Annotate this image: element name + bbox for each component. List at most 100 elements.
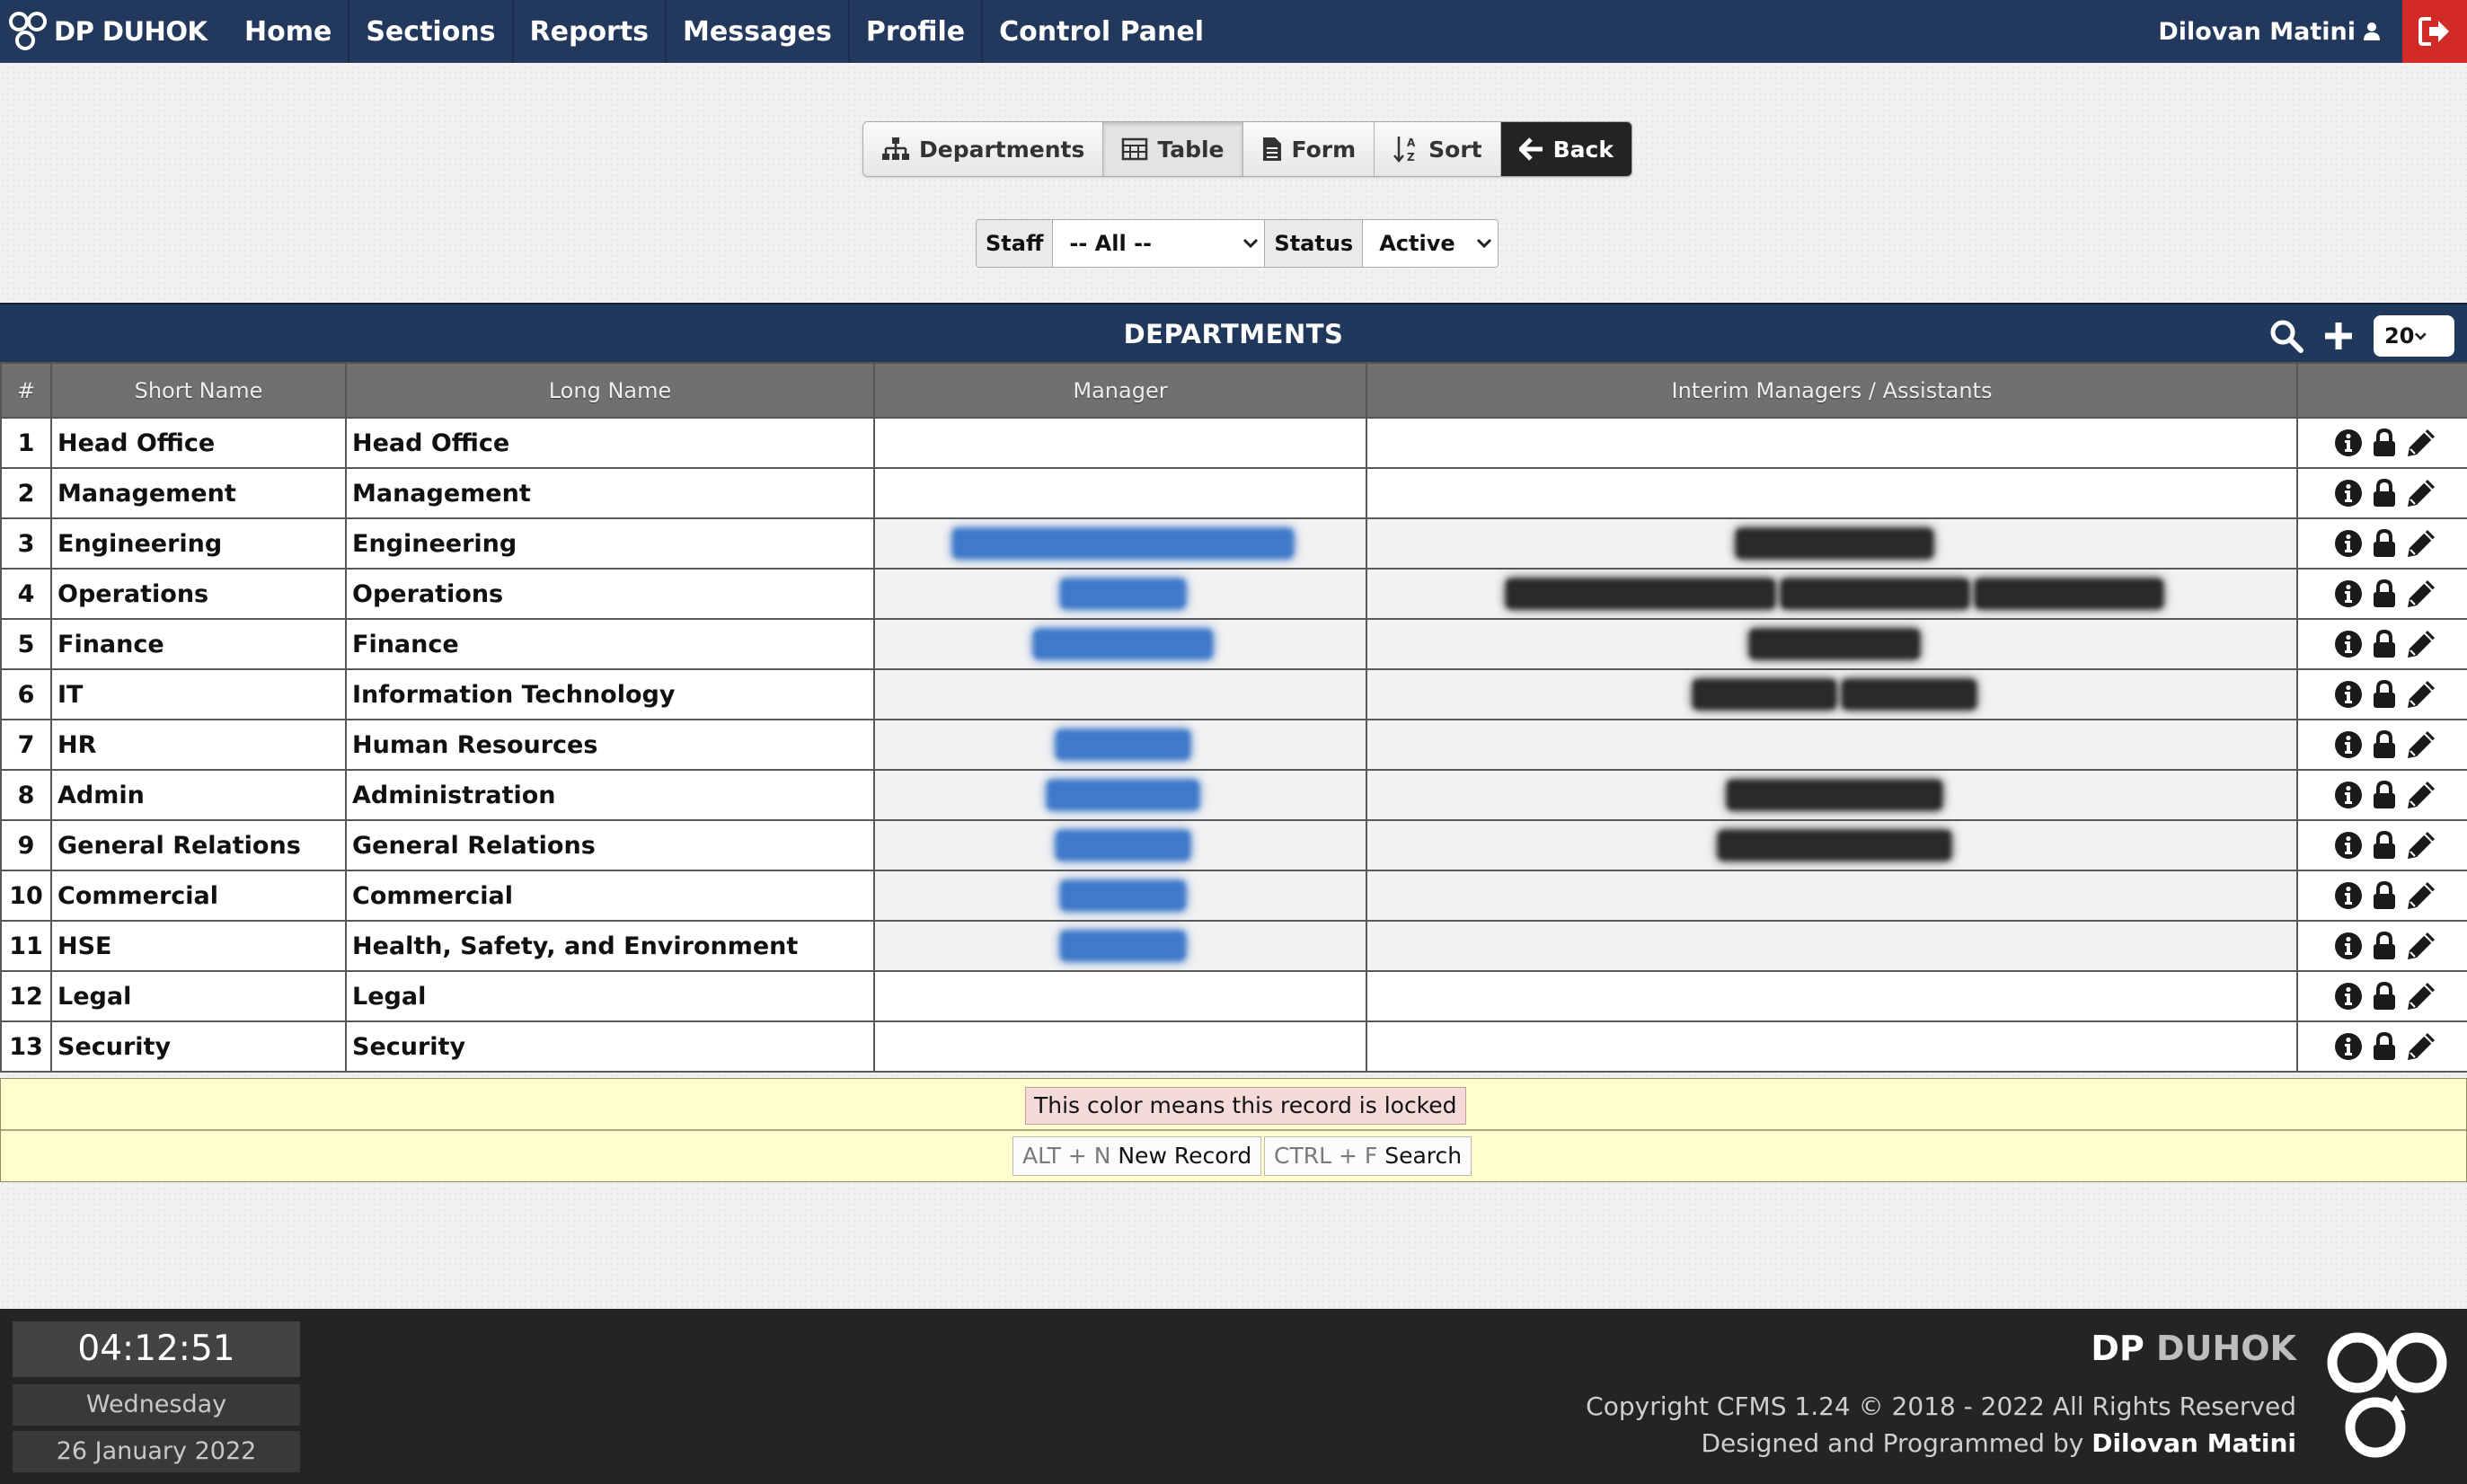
info-icon[interactable] [2334,1032,2363,1061]
column-header-long-name[interactable]: Long Name [345,362,875,419]
edit-pencil-icon[interactable] [2406,579,2436,609]
lock-icon[interactable] [2372,529,2397,558]
column-header-interim-managers[interactable]: Interim Managers / Assistants [1366,362,2298,419]
nav-profile[interactable]: Profile [850,0,984,63]
info-icon[interactable] [2334,630,2363,658]
edit-pencil-icon[interactable] [2406,1031,2436,1062]
info-icon[interactable] [2334,529,2363,558]
nav-home[interactable]: Home [228,0,350,63]
info-icon[interactable] [2334,831,2363,860]
table-view-button[interactable]: Table [1103,122,1243,176]
table-row[interactable]: 9 General Relations General Relations [0,819,2467,871]
nav-control-panel[interactable]: Control Panel [983,0,1220,63]
brand[interactable]: DP DUHOK [7,0,208,63]
info-icon[interactable] [2334,932,2363,960]
short-name-cell: Finance [50,618,347,670]
info-icon[interactable] [2334,428,2363,457]
locked-color-note: This color means this record is locked [1025,1087,1466,1125]
redacted-names [880,629,1365,659]
footer-brand: DP DUHOK [2091,1329,2296,1368]
table-row[interactable]: 3 Engineering Engineering [0,517,2467,570]
logout-button[interactable] [2402,0,2467,63]
redacted-name-chip [1047,780,1199,810]
lock-icon[interactable] [2372,730,2397,759]
table-row[interactable]: 1 Head Office Head Office [0,417,2467,469]
new-record-key: ALT + N [1022,1143,1111,1169]
search-shortcut[interactable]: CTRL + F Search [1264,1136,1472,1176]
edit-pencil-icon[interactable] [2406,528,2436,559]
lock-icon[interactable] [2372,781,2397,809]
clock-time: 04:12:51 [13,1321,300,1377]
table-row[interactable]: 7 HR Human Resources [0,719,2467,771]
long-name-cell: Human Resources [345,719,875,771]
table-row[interactable]: 10 Commercial Commercial [0,870,2467,922]
lock-icon[interactable] [2372,680,2397,709]
info-icon[interactable] [2334,781,2363,809]
chevron-down-icon [1243,238,1259,249]
user-menu[interactable]: Dilovan Matini [2158,0,2381,63]
edit-pencil-icon[interactable] [2406,428,2436,458]
column-header-number[interactable]: # [0,362,52,419]
edit-pencil-icon[interactable] [2406,981,2436,1011]
lock-icon[interactable] [2372,932,2397,960]
brand-name: DP DUHOK [54,16,208,47]
status-select[interactable]: Active [1363,220,1499,267]
table-row[interactable]: 12 Legal Legal [0,970,2467,1022]
table-body: 1 Head Office Head Office 2 Management M… [0,417,2467,1073]
edit-pencil-icon[interactable] [2406,931,2436,961]
redacted-name-chip [1975,579,2163,609]
redacted-names [880,579,1365,609]
short-name-cell: Engineering [50,517,347,570]
table-row[interactable]: 13 Security Security [0,1020,2467,1073]
table-row[interactable]: 4 Operations Operations [0,568,2467,620]
main-nav: Home Sections Reports Messages Profile C… [228,0,1220,63]
chevron-down-icon [1477,238,1492,249]
search-icon[interactable] [2269,319,2303,353]
edit-pencil-icon[interactable] [2406,729,2436,760]
redacted-names [880,528,1365,559]
redacted-name-chip [1693,679,1836,710]
new-record-shortcut[interactable]: ALT + N New Record [1012,1136,1262,1176]
column-header-manager[interactable]: Manager [873,362,1367,419]
add-icon[interactable] [2323,321,2354,351]
edit-pencil-icon[interactable] [2406,629,2436,659]
table-row[interactable]: 11 HSE Health, Safety, and Environment [0,920,2467,972]
table-row[interactable]: 2 Management Management [0,467,2467,519]
edit-pencil-icon[interactable] [2406,478,2436,508]
lock-icon[interactable] [2372,1032,2397,1061]
edit-pencil-icon[interactable] [2406,880,2436,911]
lock-icon[interactable] [2372,579,2397,608]
form-view-button[interactable]: Form [1242,122,1375,176]
departments-button[interactable]: Departments [863,122,1104,176]
table-row[interactable]: 6 IT Information Technology [0,668,2467,720]
lock-icon[interactable] [2372,982,2397,1011]
interim-managers-cell [1366,668,2298,720]
info-icon[interactable] [2334,579,2363,608]
edit-pencil-icon[interactable] [2406,679,2436,710]
table-row[interactable]: 5 Finance Finance [0,618,2467,670]
sort-button[interactable]: A Z Sort [1375,122,1501,176]
lock-icon[interactable] [2372,479,2397,508]
staff-filter-label: Staff [977,220,1054,267]
edit-pencil-icon[interactable] [2406,780,2436,810]
staff-select[interactable]: -- All -- [1053,220,1266,267]
info-icon[interactable] [2334,479,2363,508]
table-row[interactable]: 8 Admin Administration [0,769,2467,821]
info-icon[interactable] [2334,730,2363,759]
edit-pencil-icon[interactable] [2406,830,2436,861]
row-number: 4 [0,568,52,620]
lock-icon[interactable] [2372,831,2397,860]
nav-reports[interactable]: Reports [514,0,668,63]
nav-sections[interactable]: Sections [349,0,514,63]
column-header-short-name[interactable]: Short Name [50,362,347,419]
back-button[interactable]: Back [1500,122,1631,176]
page-size-select[interactable]: 20 [2374,315,2454,357]
info-icon[interactable] [2334,982,2363,1011]
info-icon[interactable] [2334,881,2363,910]
row-actions [2296,467,2467,519]
info-icon[interactable] [2334,680,2363,709]
lock-icon[interactable] [2372,881,2397,910]
lock-icon[interactable] [2372,630,2397,658]
lock-icon[interactable] [2372,428,2397,457]
nav-messages[interactable]: Messages [667,0,850,63]
